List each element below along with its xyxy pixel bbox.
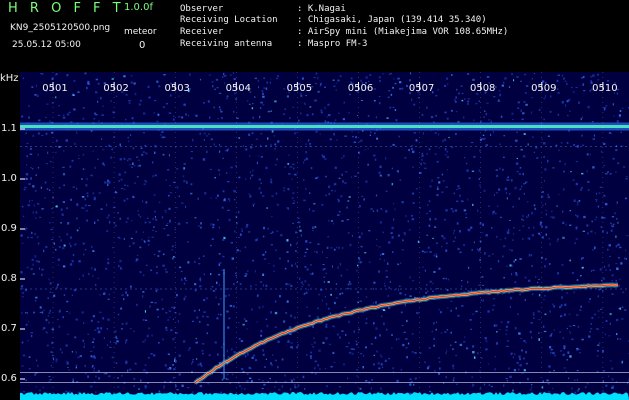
x-tick-label-0510: 0510 xyxy=(592,83,617,94)
y-axis xyxy=(0,72,20,400)
x-tick-label-0503: 0503 xyxy=(164,83,189,94)
antenna-value: : Maspro FM-3 xyxy=(297,39,368,49)
x-tick-label-0504: 0504 xyxy=(226,83,251,94)
carrier-band xyxy=(20,125,629,128)
receiver-label: Receiver xyxy=(180,27,224,37)
observer-label: Observer xyxy=(180,4,224,14)
x-tick-label-0506: 0506 xyxy=(348,83,373,94)
x-tick-label-0508: 0508 xyxy=(470,83,495,94)
spectrogram-plot: 0501 0502 0503 0504 0505 0506 0507 0508 0509 0510 xyxy=(20,72,629,400)
y-tick-label-0.7: 0.7 xyxy=(1,323,17,334)
timestamp: 25.05.12 05:00 xyxy=(12,40,81,50)
y-tick-label-0.8: 0.8 xyxy=(1,273,17,284)
y-tick-label-0.6: 0.6 xyxy=(1,373,17,384)
header-panel: H R O F F T 1.0.0f KN9_2505120500.png me… xyxy=(0,0,629,72)
app-title: H R O F F T xyxy=(8,1,125,16)
x-tick-label-0507: 0507 xyxy=(409,83,434,94)
receiver-value: : AirSpy mini (Miakejima VOR 108.65MHz) xyxy=(297,27,509,37)
spectrogram-canvas: 0501 0502 0503 0504 0505 0506 0507 0508 0509 0510 xyxy=(20,72,629,400)
y-tick-label-0.9: 0.9 xyxy=(1,223,17,234)
app-version: 1.0.0f xyxy=(124,2,153,13)
file-name: KN9_2505120500.png xyxy=(10,23,111,33)
x-tick-label-0505: 0505 xyxy=(287,83,312,94)
meteor-count: 0 xyxy=(139,40,146,51)
y-tick-label-1.1: 1.1 xyxy=(1,123,17,134)
vertical-streak xyxy=(223,269,225,379)
x-tick-label-0501: 0501 xyxy=(42,83,67,94)
x-tick-label-0502: 0502 xyxy=(103,83,128,94)
location-value: : Chigasaki, Japan (139.414 35.340) xyxy=(297,15,487,25)
observer-value: : K.Nagai xyxy=(297,4,346,14)
antenna-label: Receiving antenna xyxy=(180,39,273,49)
meteor-label: meteor xyxy=(124,27,157,37)
spectrogram-background xyxy=(20,72,629,400)
y-tick-label-1.0: 1.0 xyxy=(1,173,17,184)
y-axis-unit: kHz xyxy=(0,73,19,84)
location-label: Receiving Location xyxy=(180,15,278,25)
x-tick-label-0509: 0509 xyxy=(531,83,556,94)
